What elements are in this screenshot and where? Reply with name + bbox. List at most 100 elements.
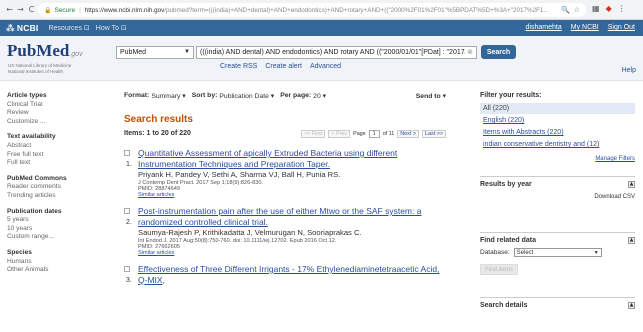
clear-icon[interactable]: ⊗ [465,48,473,56]
filter-option[interactable]: English (220) [480,115,635,126]
sidebar-heading: PubMed Commons [7,174,67,182]
sidebar-filter-item[interactable]: Humans [7,258,102,267]
filter-option[interactable]: Items with Abstracts (220) [480,127,635,138]
items-count: Items: 1 to 20 of 220 [124,130,191,137]
download-csv-link[interactable]: Download CSV [480,194,635,200]
filter-all-selected[interactable]: All (220) [480,103,635,114]
result-checkbox[interactable] [124,266,130,272]
page-number-input[interactable]: 1 [368,130,380,138]
search-input[interactable]: (((india) AND dental) AND endodontics) A… [196,46,477,59]
zoom-icon[interactable]: 🔍 [561,6,570,14]
reload-button[interactable]: C [26,5,37,14]
database-value: PubMed [120,49,147,56]
manage-filters-link[interactable]: Manage Filters [480,156,635,162]
search-button[interactable]: Search [481,45,516,59]
menu-icon[interactable]: ⋮ [618,4,626,13]
database-select[interactable]: PubMed ▼ [116,46,194,59]
results-list: 1. Quantitative Assessment of apically Ex… [124,148,446,285]
next-page-button[interactable]: Next > [397,130,420,138]
resources-menu[interactable]: Resources ⊡ [48,24,89,32]
similar-articles-link[interactable]: Similar articles [138,192,446,198]
page-of: of 11 [382,131,395,137]
filter-option[interactable]: indian conservative dentistry and (12) [480,139,635,150]
send-to-dropdown[interactable]: Send to ▾ [416,92,446,100]
sidebar-filter-item[interactable]: Custom range... [7,233,102,242]
bookmark-star-icon[interactable]: ☆ [574,6,580,14]
advanced-link[interactable]: Advanced [310,63,341,70]
extension-red-icon[interactable]: ◆ [606,4,612,13]
sidebar-filter-item[interactable]: 10 years [7,225,102,234]
format-dropdown[interactable]: Summary ▾ [151,92,185,100]
pubmed-logo[interactable]: PubMed.gov [7,41,83,61]
collapse-icon[interactable]: ▲ [628,237,635,244]
result-title-link[interactable]: Effectiveness of Three Different Irrigan… [138,264,446,285]
database-label: Database: [480,249,510,256]
username-link[interactable]: dishamehta [526,24,562,31]
database-dropdown-value: Select [516,250,534,256]
sidebar-filter-item[interactable]: Reader comments [7,183,102,192]
browser-toolbar: ← → C 🔒 Secure | https://www.ncbi.nlm.ni… [0,0,643,20]
result-title-link[interactable]: Quantitative Assessment of apically Extr… [138,148,446,169]
help-link[interactable]: Help [622,67,636,74]
sidebar-filter-item[interactable]: Abstract [7,142,102,151]
sidebar-filter-item[interactable]: 5 years [7,216,102,225]
sidebar-filter-item[interactable]: Other Animals [7,266,102,275]
results-by-year-header: Results by year ▲ [480,176,635,188]
find-related-header: Find related data ▲ [480,232,635,244]
right-panel: Filter your results: All (220) English (2… [480,92,635,309]
extension-icon[interactable]: ▦ [592,4,600,13]
perpage-dropdown[interactable]: 20 ▾ [313,92,326,100]
find-items-button[interactable]: Find items [480,264,518,275]
perpage-label: Per page: [280,92,312,99]
first-page-button[interactable]: << First [301,130,326,138]
logo-gov: .gov [69,51,83,58]
howto-menu[interactable]: How To ⊡ [96,24,127,32]
display-settings: Format: Summary ▾ Sort by: Publication D… [124,92,446,100]
collapse-icon[interactable]: ▲ [628,302,635,309]
pager: << First < Prev Page 1 of 11 Next > Last… [301,130,446,138]
sidebar-filter-item[interactable]: Customize ... [7,118,102,127]
result-item: 3. Effectiveness of Three Different Irrig… [124,264,446,285]
search-band: PubMed.gov US National Library of Medici… [0,36,643,81]
extension-icons: ▦ ◆ ⋮ [592,4,626,13]
find-related-title: Find related data [480,237,537,244]
query-text: (((india) AND dental) AND endodontics) A… [200,49,467,56]
sidebar-filter-item[interactable]: Full text [7,159,102,168]
sidebar-heading: Article types [7,92,47,99]
my-ncbi-link[interactable]: My NCBI [571,24,599,31]
page-label: Page [353,131,366,137]
create-alert-link[interactable]: Create alert [265,63,302,70]
forward-button[interactable]: → [15,5,26,14]
results-by-year-title: Results by year [480,181,532,188]
sidebar-heading: Species [7,248,32,256]
dropdown-arrow-icon: ▼ [184,49,190,55]
url-path: /pubmed?term=(((india)+AND+dental)+AND+e… [164,6,549,14]
back-button[interactable]: ← [4,5,15,14]
database-dropdown[interactable]: Select ▼ [513,248,602,257]
create-rss-link[interactable]: Create RSS [220,63,257,70]
address-bar[interactable]: 🔒 Secure | https://www.ncbi.nlm.nih.gov/… [38,3,586,17]
pubmed-subtitle: US National Library of Medicine National… [8,63,98,74]
sidebar-filter-item[interactable]: Free full text [7,151,102,160]
prev-page-button[interactable]: < Prev [328,130,351,138]
sidebar-filter-item[interactable]: Clinical Trial [7,101,102,110]
sort-dropdown[interactable]: Publication Date ▾ [219,92,274,100]
last-page-button[interactable]: Last >> [422,130,446,138]
search-details-title: Search details [480,302,528,309]
sign-out-link[interactable]: Sign Out [608,24,635,31]
database-row: Database: Select ▼ [480,248,635,257]
divider: | [79,6,81,14]
sidebar-filter-item[interactable]: Review [7,109,102,118]
result-checkbox[interactable] [124,150,130,156]
similar-articles-link[interactable]: Similar articles [138,250,446,256]
collapse-icon[interactable]: ▲ [628,181,635,188]
result-checkbox[interactable] [124,208,130,214]
ncbi-logo[interactable]: ⁂ NCBI [6,23,38,34]
result-title-link[interactable]: Post-instrumentation pain after the use … [138,206,446,227]
results-main: Format: Summary ▾ Sort by: Publication D… [124,92,446,285]
url-text[interactable]: https://www.ncbi.nlm.nih.gov/pubmed?term… [85,7,557,14]
filter-sidebar: Article types Clinical Trial Review Customi… [7,92,102,275]
sidebar-filter-item[interactable]: Trending articles [7,192,102,201]
result-item: 2. Post-instrumentation pain after the us… [124,206,446,256]
dropdown-arrow-icon: ▼ [593,250,599,256]
